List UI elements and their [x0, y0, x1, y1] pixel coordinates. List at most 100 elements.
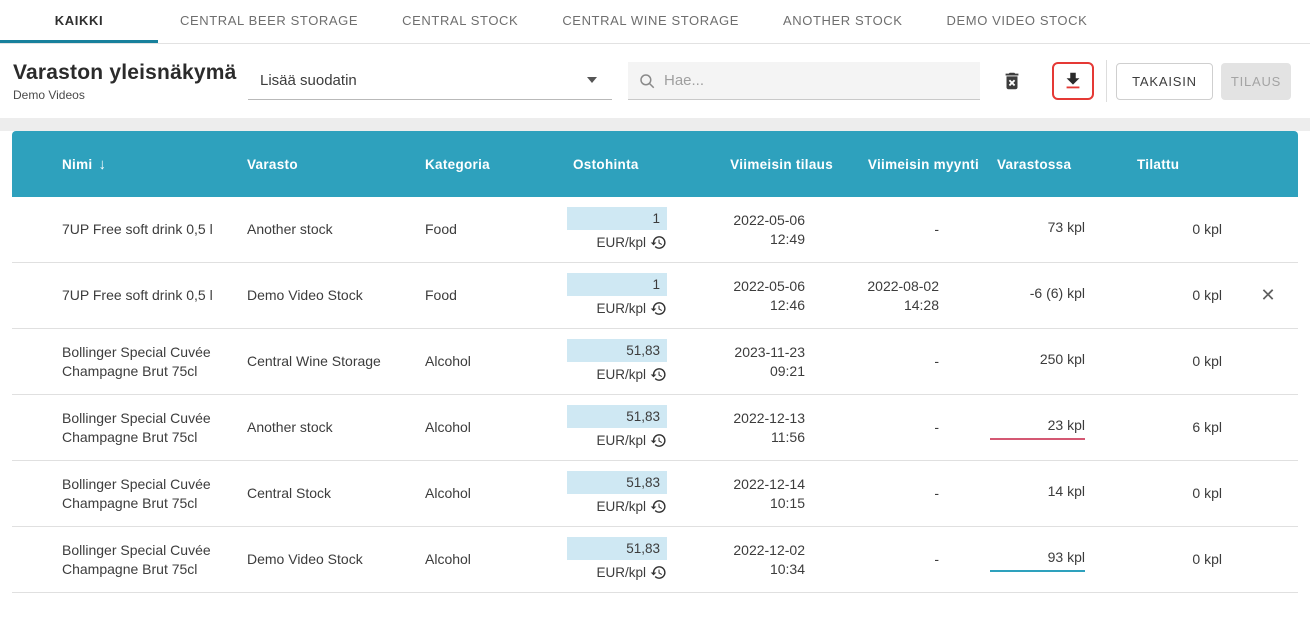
- price-value[interactable]: 51,83: [567, 339, 667, 362]
- table-row[interactable]: 7UP Free soft drink 0,5 l Demo Video Sto…: [12, 263, 1298, 329]
- price-history-icon[interactable]: [650, 300, 667, 317]
- search-input[interactable]: [664, 72, 970, 89]
- stock-value: 93 kpl: [990, 548, 1085, 572]
- ordered-value: 0 kpl: [1101, 220, 1239, 239]
- ordered-value: 6 kpl: [1101, 418, 1239, 437]
- tab-kaikki[interactable]: KAIKKI: [0, 0, 158, 43]
- last-order-time: 10:34: [677, 560, 805, 579]
- last-order-time: 10:15: [677, 494, 805, 513]
- last-order-time: 09:21: [677, 362, 805, 381]
- item-category: Alcohol: [425, 484, 545, 503]
- last-order-date: 2023-11-23: [677, 343, 805, 362]
- row-close-icon[interactable]: ✕: [1239, 286, 1297, 305]
- page-subtitle: Demo Videos: [13, 88, 236, 102]
- last-sale-date: -: [835, 550, 939, 569]
- last-sale-date: -: [835, 484, 939, 503]
- last-sale-date: -: [835, 352, 939, 371]
- add-filter-dropdown[interactable]: Lisää suodatin: [248, 62, 612, 100]
- price-value[interactable]: 1: [567, 207, 667, 230]
- table-row[interactable]: 7UP Free soft drink 0,5 l Another stock …: [12, 197, 1298, 263]
- item-name: Bollinger Special Cuvée Champagne Brut 7…: [12, 475, 247, 513]
- section-divider-strip: [0, 118, 1310, 131]
- price-value[interactable]: 51,83: [567, 537, 667, 560]
- clear-filters-button[interactable]: [994, 63, 1030, 99]
- item-warehouse: Demo Video Stock: [247, 550, 425, 569]
- item-warehouse: Central Wine Storage: [247, 352, 425, 371]
- stock-value: 23 kpl: [990, 416, 1085, 440]
- price-value[interactable]: 1: [567, 273, 667, 296]
- price-unit: EUR/kpl: [596, 365, 646, 384]
- ordered-value: 0 kpl: [1101, 484, 1239, 503]
- table-row[interactable]: Bollinger Special Cuvée Champagne Brut 7…: [12, 461, 1298, 527]
- price-unit: EUR/kpl: [596, 497, 646, 516]
- item-warehouse: Another stock: [247, 418, 425, 437]
- tab-central-wine-storage[interactable]: CENTRAL WINE STORAGE: [540, 0, 761, 43]
- last-order-date: 2022-12-13: [677, 409, 805, 428]
- table-header: Nimi ↓ Varasto Kategoria Ostohinta Viime…: [12, 131, 1298, 197]
- item-warehouse: Demo Video Stock: [247, 286, 425, 305]
- item-price-cell: 1 EUR/kpl: [545, 207, 677, 252]
- item-name: 7UP Free soft drink 0,5 l: [12, 286, 247, 305]
- column-header-tilattu[interactable]: Tilattu: [1101, 157, 1239, 172]
- column-header-kategoria[interactable]: Kategoria: [425, 157, 545, 172]
- back-button[interactable]: TAKAISIN: [1116, 63, 1213, 100]
- item-price-cell: 51,83 EUR/kpl: [545, 471, 677, 516]
- column-header-varasto[interactable]: Varasto: [247, 157, 425, 172]
- last-order-date: 2022-12-02: [677, 541, 805, 560]
- last-order-date: 2022-05-06: [677, 277, 805, 296]
- trash-delete-icon: [1001, 70, 1023, 92]
- page-title: Varaston yleisnäkymä: [13, 61, 236, 85]
- tab-central-beer-storage[interactable]: CENTRAL BEER STORAGE: [158, 0, 380, 43]
- price-value[interactable]: 51,83: [567, 471, 667, 494]
- stock-value: 73 kpl: [990, 218, 1085, 242]
- stock-value: 250 kpl: [990, 350, 1085, 374]
- download-icon: [1062, 70, 1084, 92]
- price-history-icon[interactable]: [650, 432, 667, 449]
- price-unit: EUR/kpl: [596, 431, 646, 450]
- price-unit: EUR/kpl: [596, 233, 646, 252]
- item-price-cell: 51,83 EUR/kpl: [545, 339, 677, 384]
- column-header-nimi[interactable]: Nimi: [62, 157, 92, 172]
- column-header-viimeisin-tilaus[interactable]: Viimeisin tilaus: [677, 157, 835, 172]
- search-box[interactable]: [628, 62, 980, 100]
- order-button: TILAUS: [1221, 63, 1291, 100]
- table-row[interactable]: Bollinger Special Cuvée Champagne Brut 7…: [12, 527, 1298, 593]
- chevron-down-icon: [586, 77, 598, 84]
- item-category: Alcohol: [425, 352, 545, 371]
- item-category: Alcohol: [425, 550, 545, 569]
- column-header-ostohinta[interactable]: Ostohinta: [545, 157, 677, 172]
- title-block: Varaston yleisnäkymä Demo Videos: [13, 61, 236, 102]
- last-order-time: 11:56: [677, 428, 805, 447]
- tab-central-stock[interactable]: CENTRAL STOCK: [380, 0, 540, 43]
- price-history-icon[interactable]: [650, 234, 667, 251]
- inventory-table: Nimi ↓ Varasto Kategoria Ostohinta Viime…: [12, 131, 1298, 593]
- export-download-button[interactable]: [1052, 62, 1094, 100]
- price-history-icon[interactable]: [650, 498, 667, 515]
- ordered-value: 0 kpl: [1101, 550, 1239, 569]
- item-price-cell: 51,83 EUR/kpl: [545, 405, 677, 450]
- table-row[interactable]: Bollinger Special Cuvée Champagne Brut 7…: [12, 395, 1298, 461]
- last-sale-time: 14:28: [835, 296, 939, 315]
- stock-value: 14 kpl: [990, 482, 1085, 506]
- toolbar: Varaston yleisnäkymä Demo Videos Lisää s…: [0, 44, 1310, 118]
- item-name: 7UP Free soft drink 0,5 l: [12, 220, 247, 239]
- last-order-date: 2022-05-06: [677, 211, 805, 230]
- item-warehouse: Central Stock: [247, 484, 425, 503]
- tab-another-stock[interactable]: ANOTHER STOCK: [761, 0, 925, 43]
- add-filter-label: Lisää suodatin: [260, 72, 357, 89]
- price-history-icon[interactable]: [650, 564, 667, 581]
- tab-demo-video-stock[interactable]: DEMO VIDEO STOCK: [925, 0, 1110, 43]
- table-row[interactable]: Bollinger Special Cuvée Champagne Brut 7…: [12, 329, 1298, 395]
- item-name: Bollinger Special Cuvée Champagne Brut 7…: [12, 409, 247, 447]
- price-value[interactable]: 51,83: [567, 405, 667, 428]
- price-history-icon[interactable]: [650, 366, 667, 383]
- column-header-varastossa[interactable]: Varastossa: [981, 157, 1101, 172]
- price-unit: EUR/kpl: [596, 299, 646, 318]
- stock-value: -6 (6) kpl: [990, 284, 1085, 308]
- item-warehouse: Another stock: [247, 220, 425, 239]
- toolbar-divider: [1106, 60, 1107, 102]
- last-order-time: 12:46: [677, 296, 805, 315]
- column-header-viimeisin-myynti[interactable]: Viimeisin myynti: [835, 157, 981, 172]
- ordered-value: 0 kpl: [1101, 352, 1239, 371]
- sort-desc-icon[interactable]: ↓: [98, 156, 106, 173]
